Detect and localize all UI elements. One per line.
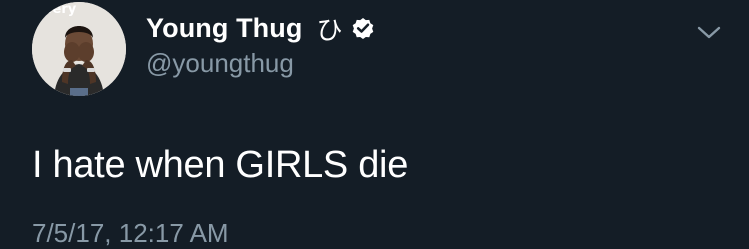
- author-display-name[interactable]: Young Thug: [146, 13, 302, 44]
- author-name-emoji: ひ: [316, 15, 343, 46]
- tweet-text: I hate when GIRLS die: [32, 144, 409, 186]
- avatar[interactable]: ffery: [32, 2, 126, 96]
- tweet-card: ffery Young Thug ひ @youngthug I hate whe…: [0, 0, 749, 249]
- tweet-menu-button[interactable]: [694, 20, 724, 46]
- tweet-timestamp[interactable]: 7/5/17, 12:17 AM: [32, 218, 229, 249]
- author-handle[interactable]: @youngthug: [146, 48, 294, 79]
- verified-badge-icon: [350, 15, 376, 41]
- author-name-row: Young Thug ひ: [146, 10, 376, 46]
- avatar-watermark-text: ffery: [42, 2, 77, 17]
- chevron-down-icon: [697, 26, 721, 39]
- avatar-image: ffery: [32, 2, 126, 96]
